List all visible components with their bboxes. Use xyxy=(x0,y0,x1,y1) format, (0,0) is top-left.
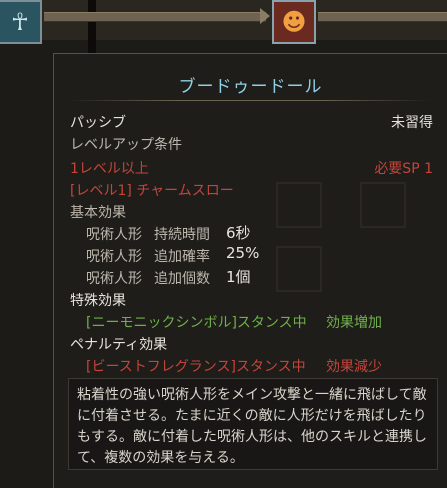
skill-description: 粘着性の強い呪術人形をメイン攻撃と一緒に飛ばして敵に付着させる。たまに近くの敵に… xyxy=(77,387,427,466)
penalty-effect-header: ペナルティ効果 xyxy=(70,337,168,353)
required-sp: 必要SP 1 xyxy=(374,161,433,177)
skill-title: ブードゥードール xyxy=(178,77,323,97)
effect-label: 追加確率 xyxy=(154,249,210,265)
voodoo-doll-icon: ☻ xyxy=(281,8,307,36)
effect-label: 追加個数 xyxy=(154,271,210,287)
levelup-header: レベルアップ条件 xyxy=(70,137,182,153)
effect-label: 持続時間 xyxy=(154,227,210,243)
skill-slot-left[interactable]: ☥ xyxy=(0,0,42,44)
effect-target: 呪術人形 xyxy=(86,249,142,265)
ghost-skill-slot xyxy=(276,182,322,228)
special-effect-header: 特殊効果 xyxy=(70,293,126,309)
effect-value: 6秒 xyxy=(226,224,251,242)
base-effect-header: 基本効果 xyxy=(70,205,126,221)
effect-value: 25% xyxy=(226,244,260,262)
skill-connector xyxy=(44,12,266,22)
special-effect: 効果増加 xyxy=(326,315,382,331)
special-condition: [ニーモニックシンボル]スタンス中 xyxy=(86,315,307,331)
learn-status: 未習得 xyxy=(391,115,433,131)
ghost-skill-slot xyxy=(276,246,322,292)
description-box: 粘着性の強い呪術人形をメイン攻撃と一緒に飛ばして敵に付着させる。たまに近くの敵に… xyxy=(68,378,438,470)
effect-target: 呪術人形 xyxy=(86,271,142,287)
penalty-effect: 効果減少 xyxy=(326,359,382,375)
skill-tooltip: ブードゥードール パッシブ 未習得 レベルアップ条件 1レベル以上 必要SP 1… xyxy=(53,53,447,488)
ghost-skill-slot xyxy=(360,182,406,228)
penalty-condition: [ビーストフレグランス]スタンス中 xyxy=(86,359,306,375)
skill-type: パッシブ xyxy=(70,115,126,131)
connector-arrow-icon xyxy=(260,8,270,24)
required-skill: [レベル1] チャームスロー xyxy=(70,183,234,199)
skill-slot-voodoo-doll[interactable]: ☻ xyxy=(272,0,316,44)
effect-value: 1個 xyxy=(226,268,251,286)
effect-target: 呪術人形 xyxy=(86,227,142,243)
ankh-icon: ☥ xyxy=(11,8,29,36)
skill-connector xyxy=(318,12,447,22)
required-level: 1レベル以上 xyxy=(70,161,149,177)
title-divider xyxy=(68,100,433,101)
